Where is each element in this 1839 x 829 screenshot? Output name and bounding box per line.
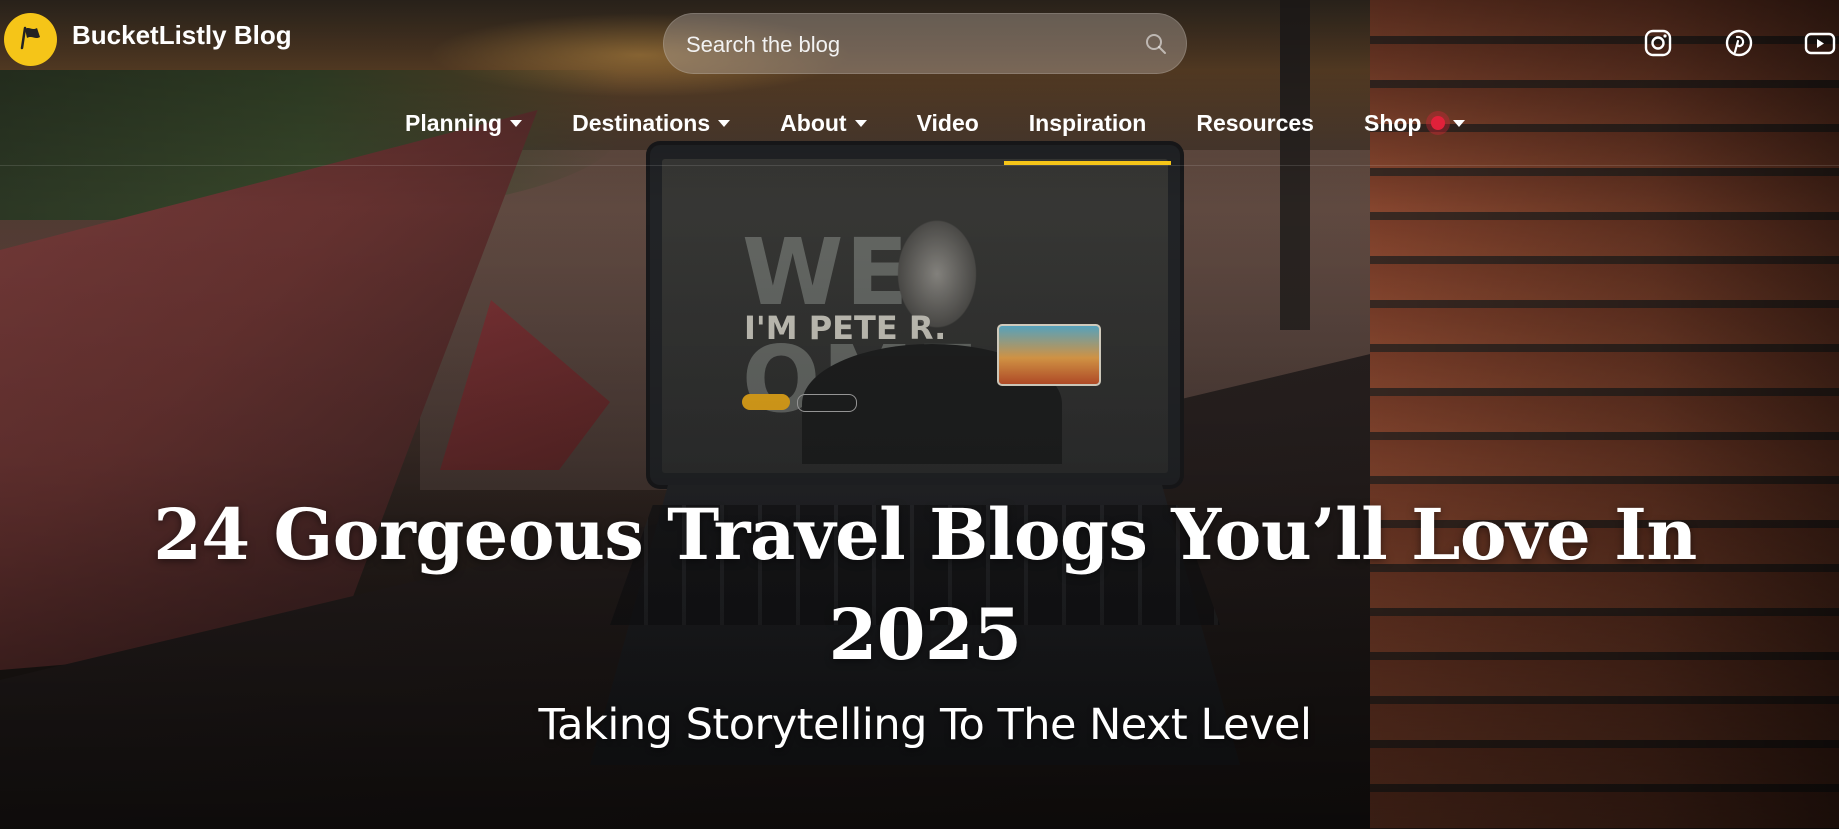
logo-button[interactable]	[4, 13, 57, 66]
search-icon[interactable]	[1144, 32, 1168, 61]
nav-item-label: Resources	[1196, 109, 1314, 136]
page-title: 24 Gorgeous Travel Blogs You’ll Love In …	[153, 493, 1697, 676]
chevron-down-icon	[854, 119, 867, 127]
nav-item-label: Planning	[405, 109, 503, 136]
brand-name[interactable]: BucketListly Blog	[72, 20, 292, 51]
nav-item-label: Destinations	[572, 109, 711, 136]
page-subtitle: Taking Storytelling To The Next Level	[538, 700, 1312, 750]
nav-divider	[0, 165, 1839, 166]
nav-item-video[interactable]: Video	[892, 98, 1004, 148]
pinterest-icon[interactable]	[1722, 26, 1756, 60]
nav-item-planning[interactable]: Planning	[380, 98, 547, 148]
chevron-down-icon	[718, 119, 731, 127]
chevron-down-icon	[1453, 119, 1466, 127]
youtube-icon[interactable]	[1803, 26, 1837, 60]
main-nav: Planning Destinations About Video Inspir…	[380, 98, 1490, 168]
nav-item-resources[interactable]: Resources	[1171, 98, 1339, 148]
search-bar[interactable]	[663, 13, 1187, 75]
nav-item-label: Inspiration	[1028, 109, 1147, 136]
notification-dot-badge	[1431, 116, 1446, 130]
nav-item-shop[interactable]: Shop	[1339, 98, 1491, 148]
chevron-down-icon	[510, 119, 523, 127]
instagram-icon[interactable]	[1641, 26, 1675, 60]
nav-item-inspiration[interactable]: Inspiration	[1003, 98, 1172, 165]
nav-item-label: About	[780, 109, 847, 136]
nav-item-destinations[interactable]: Destinations	[547, 98, 755, 148]
search-input[interactable]	[684, 14, 1118, 75]
nav-item-label: Shop	[1363, 109, 1422, 136]
flag-icon	[16, 22, 46, 57]
nav-item-label: Video	[916, 109, 979, 136]
nav-item-about[interactable]: About	[755, 98, 891, 148]
